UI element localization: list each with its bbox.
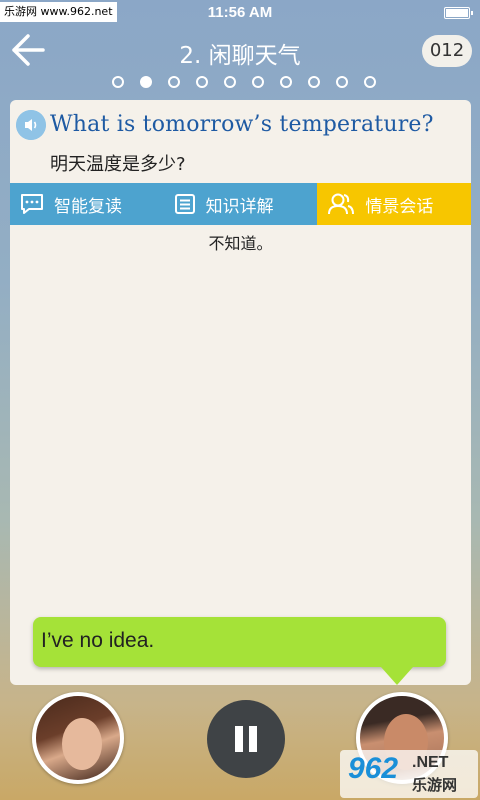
speaker-icon[interactable]: [16, 110, 46, 140]
english-sentence: What is tomorrow’s temperature?: [50, 112, 434, 137]
pause-bar: [249, 726, 257, 752]
page-dot[interactable]: [168, 76, 180, 88]
page-dot[interactable]: [336, 76, 348, 88]
bubble-text: I’ve no idea.: [41, 629, 155, 652]
list-icon: [174, 194, 195, 214]
pause-button[interactable]: [207, 700, 285, 778]
page-dot[interactable]: [280, 76, 292, 88]
watermark-number: 962: [348, 752, 399, 785]
tab-scene-dialogue[interactable]: 情景会话: [317, 183, 472, 225]
lesson-counter[interactable]: 012: [422, 35, 472, 67]
page-dot[interactable]: [252, 76, 264, 88]
people-icon: [328, 193, 355, 215]
face-shape: [62, 718, 102, 770]
tab-smart-repeat[interactable]: 智能复读: [10, 183, 164, 225]
watermark-cn: 乐游网: [412, 776, 458, 794]
watermark-bottom-right: 962 .NET 乐游网: [340, 750, 478, 798]
page-dot[interactable]: [112, 76, 124, 88]
tab-label: 知识详解: [205, 196, 274, 217]
page-dot[interactable]: [196, 76, 208, 88]
lesson-card: What is tomorrow’s temperature? 明天温度是多少?…: [10, 100, 472, 685]
page-indicator[interactable]: [0, 76, 480, 90]
watermark-top-left: 乐游网 www.962.net: [0, 2, 117, 22]
dialogue-answer: 不知道。: [208, 234, 273, 253]
battery-icon: [444, 7, 473, 19]
page-dot[interactable]: [224, 76, 236, 88]
tab-label: 情景会话: [365, 196, 434, 217]
header: 2. 闲聊天气 012: [0, 28, 480, 74]
mode-tabs: 智能复读 知识详解 情景会话: [10, 183, 472, 225]
page-dot[interactable]: [364, 76, 376, 88]
chinese-translation: 明天温度是多少?: [50, 154, 186, 175]
avatar-female[interactable]: [32, 692, 124, 784]
page-dot[interactable]: [140, 76, 152, 88]
page-title: 2. 闲聊天气: [179, 43, 301, 69]
page-dot[interactable]: [308, 76, 320, 88]
chat-bubble-icon: [21, 194, 43, 214]
tab-label: 智能复读: [54, 196, 122, 217]
speech-bubble[interactable]: I’ve no idea.: [33, 617, 446, 685]
bubble-tail: [381, 667, 413, 685]
watermark-net: .NET: [412, 754, 449, 771]
tab-knowledge-detail[interactable]: 知识详解: [163, 183, 318, 225]
pause-bar: [235, 726, 243, 752]
